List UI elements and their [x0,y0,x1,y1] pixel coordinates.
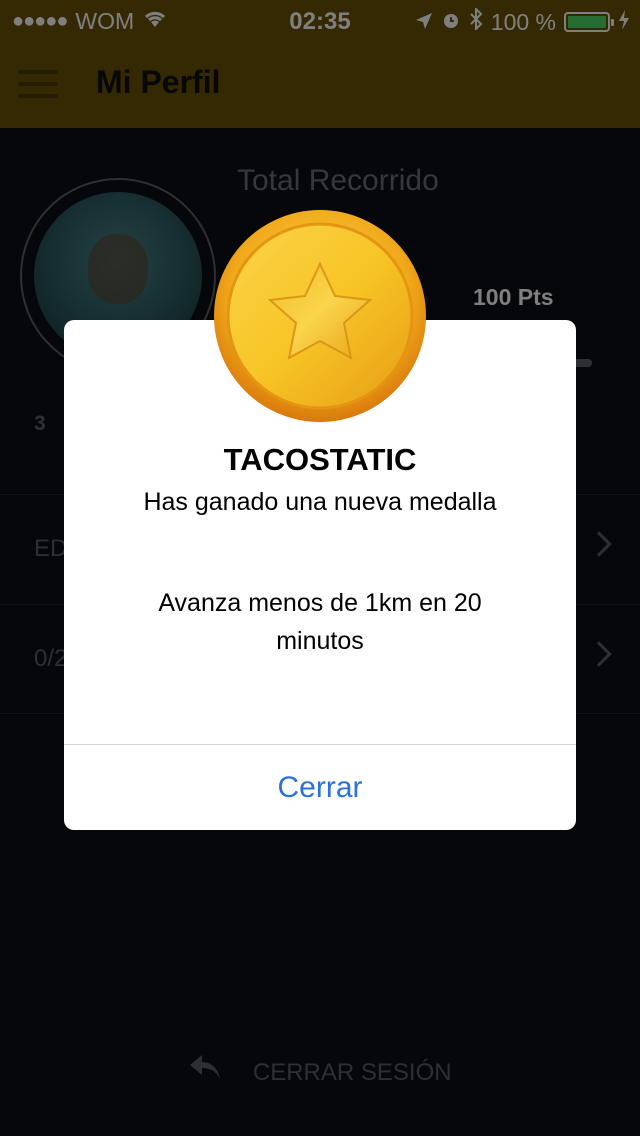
medal-title: TACOSTATIC [223,442,417,477]
gold-star-medal-icon [212,208,428,424]
medal-description: Avanza menos de 1km en 20 minutos [158,589,482,655]
medal-subtitle: Has ganado una nueva medalla [143,488,497,516]
close-button[interactable]: Cerrar [64,745,576,830]
